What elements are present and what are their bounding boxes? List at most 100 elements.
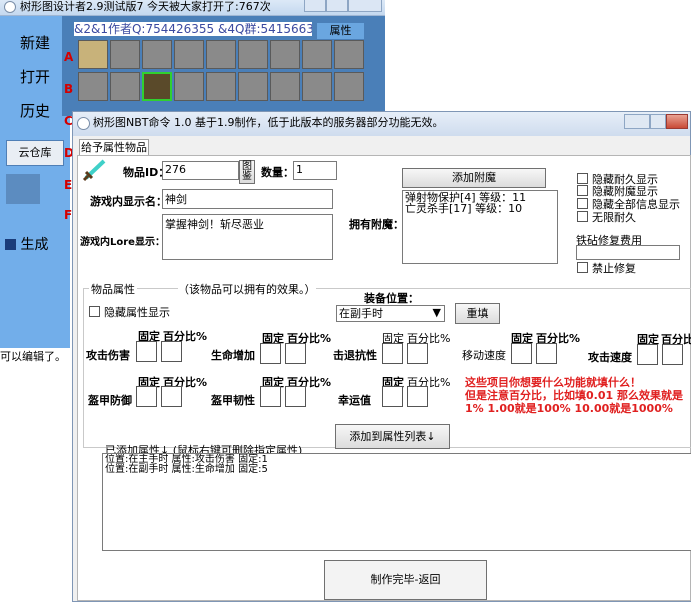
author-header: &2&1作者Q:754426355 &4Q群:5415663 xyxy=(74,22,312,36)
hide-enchant-checkbox[interactable] xyxy=(577,185,588,196)
item-id-input[interactable]: 276 xyxy=(162,161,239,180)
max-health-percent-input[interactable] xyxy=(285,343,306,364)
tab-panel: 物品ID： 276 图鉴 数量： 1 添加附魔 游戏内显示名： 神剑 掌握神剑！… xyxy=(77,155,691,601)
cloud-storage-button[interactable]: 云仓库 xyxy=(6,140,64,166)
move-speed-label: 移动速度 xyxy=(462,349,506,362)
grid-cell[interactable] xyxy=(174,72,204,101)
grid-cell[interactable] xyxy=(78,72,108,101)
grid-cell[interactable] xyxy=(302,40,332,69)
grid-cell[interactable] xyxy=(302,72,332,101)
open-button[interactable]: 打开 xyxy=(6,66,64,87)
armor-label: 盔甲防御 xyxy=(88,394,132,407)
count-label: 数量： xyxy=(261,166,294,179)
maximize-button[interactable] xyxy=(326,0,348,12)
done-return-button[interactable]: 制作完毕-返回 xyxy=(324,560,487,600)
grid-cell[interactable] xyxy=(174,40,204,69)
save-icon xyxy=(5,239,16,250)
move-speed-percent-input[interactable] xyxy=(536,343,557,364)
enchant-list[interactable]: 弹射物保护[4] 等级：11 亡灵杀手[17] 等级：10 xyxy=(402,190,558,264)
armor-toughness-percent-input[interactable] xyxy=(285,386,306,407)
attack-speed-label: 攻击速度 xyxy=(588,351,632,364)
knockback-resist-percent-input[interactable] xyxy=(407,343,428,364)
reset-button[interactable]: 重填 xyxy=(455,303,500,324)
row-letter: B xyxy=(64,82,74,96)
add-enchant-button[interactable]: 添加附魔 xyxy=(402,168,546,188)
added-attributes-list[interactable]: 位置:在主手时 属性:攻击伤害 固定:1 位置:在副手时 属性:生命增加 固定:… xyxy=(102,453,691,551)
enchant-label: 拥有附魔： xyxy=(349,218,404,231)
dialog-maximize-button[interactable] xyxy=(650,114,666,129)
row-letter: A xyxy=(64,50,74,64)
dialog-minimize-button[interactable] xyxy=(624,114,650,129)
grid-cell[interactable] xyxy=(334,72,364,101)
grid-cell[interactable] xyxy=(78,40,108,69)
lore-label: 游戏内Lore显示： xyxy=(80,237,165,248)
hide-durability-checkbox[interactable] xyxy=(577,173,588,184)
diamond-sword-icon xyxy=(82,158,108,182)
sword-icon xyxy=(6,174,40,204)
hide-attr-label: 隐藏属性显示 xyxy=(104,306,170,319)
background-window-title: 树形图设计者2.9测试版7 今天被大家打开了:767次 xyxy=(20,0,271,13)
properties-tab[interactable]: 属性 xyxy=(317,23,364,39)
slot-select[interactable]: 在副手时 ▼ xyxy=(336,305,445,322)
unbreakable-label: 无限耐久 xyxy=(592,211,636,224)
attribute-group-title: 物品属性 xyxy=(89,281,137,297)
knockback-resist-fixed-input[interactable] xyxy=(382,343,403,364)
move-speed-fixed-input[interactable] xyxy=(511,343,532,364)
left-panel: 新建 打开 历史 云仓库 生成 xyxy=(0,16,70,356)
dialog-close-button[interactable] xyxy=(666,114,688,129)
armor-percent-input[interactable] xyxy=(161,386,182,407)
row-letter: E xyxy=(64,178,73,192)
generate-label: 生成 xyxy=(20,237,49,253)
list-item[interactable]: 位置:在副手时 属性:生命增加 固定:5 xyxy=(105,465,691,475)
attack-damage-fixed-input[interactable] xyxy=(136,341,157,362)
grid-cell[interactable] xyxy=(270,40,300,69)
no-repair-checkbox[interactable] xyxy=(577,262,588,273)
new-button[interactable]: 新建 xyxy=(6,32,64,53)
armor-fixed-input[interactable] xyxy=(136,386,157,407)
lore-textarea[interactable]: 掌握神剑！斩尽恶业 xyxy=(162,214,333,260)
grid-cell[interactable] xyxy=(110,40,140,69)
generate-button[interactable]: 生成 xyxy=(5,234,67,254)
hide-attr-checkbox[interactable] xyxy=(89,306,100,317)
grid-cell[interactable] xyxy=(270,72,300,101)
grid-cell-selected[interactable] xyxy=(142,72,172,101)
warning-line: 1% 1.00就是100% 10.00就是1000% xyxy=(465,402,673,415)
anvil-cost-input[interactable] xyxy=(576,245,680,260)
knockback-resist-label: 击退抗性 xyxy=(333,349,377,362)
attack-damage-percent-input[interactable] xyxy=(161,341,182,362)
max-health-label: 生命增加 xyxy=(211,349,255,362)
unbreakable-checkbox[interactable] xyxy=(577,211,588,222)
display-name-input[interactable]: 神剑 xyxy=(162,189,333,209)
max-health-fixed-input[interactable] xyxy=(260,343,281,364)
grid-cell[interactable] xyxy=(206,40,236,69)
luck-fixed-input[interactable] xyxy=(382,386,403,407)
luck-percent-input[interactable] xyxy=(407,386,428,407)
slot-select-value: 在副手时 xyxy=(339,307,383,320)
grid-cell[interactable] xyxy=(238,40,268,69)
add-to-attribute-list-button[interactable]: 添加到属性列表↓ xyxy=(335,424,450,449)
item-icon-button[interactable]: 图鉴 xyxy=(239,160,255,184)
grid-cell[interactable] xyxy=(238,72,268,101)
grid-cell[interactable] xyxy=(206,72,236,101)
grid-cell[interactable] xyxy=(110,72,140,101)
background-title-bar: 树形图设计者2.9测试版7 今天被大家打开了:767次 xyxy=(0,0,385,16)
armor-toughness-fixed-input[interactable] xyxy=(260,386,281,407)
slot-label: 装备位置： xyxy=(364,292,419,305)
armor-toughness-label: 盔甲韧性 xyxy=(211,394,255,407)
dialog-app-icon xyxy=(77,117,90,130)
close-button[interactable] xyxy=(348,0,382,12)
dropdown-arrow-icon: ▼ xyxy=(432,306,441,319)
attack-speed-percent-input[interactable] xyxy=(662,344,683,365)
attack-speed-fixed-input[interactable] xyxy=(637,344,658,365)
dialog-title-bar: 树形图NBT命令 1.0 基于1.9制作，低于此版本的服务器部分功能无效。 xyxy=(73,112,690,136)
history-button[interactable]: 历史 xyxy=(6,100,64,121)
hide-all-checkbox[interactable] xyxy=(577,198,588,209)
minimize-button[interactable] xyxy=(304,0,326,12)
grid-cell[interactable] xyxy=(142,40,172,69)
count-input[interactable]: 1 xyxy=(293,161,337,180)
grid-cell[interactable] xyxy=(334,40,364,69)
no-repair-label: 禁止修复 xyxy=(592,262,636,275)
tab-give-item[interactable]: 给予属性物品 xyxy=(79,139,149,156)
enchant-line: 亡灵杀手[17] 等级：10 xyxy=(405,202,523,215)
attack-damage-label: 攻击伤害 xyxy=(86,349,130,362)
